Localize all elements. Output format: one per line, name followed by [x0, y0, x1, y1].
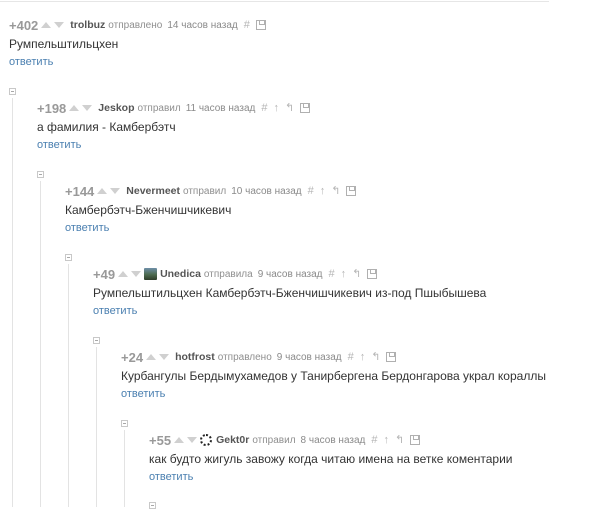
up-thread-icon[interactable]: ↑	[320, 185, 326, 197]
comment-verb: отправлено	[217, 351, 272, 363]
thread-line-level-5	[124, 430, 125, 507]
comment: +402 trolbuz отправлено 14 часов назад #…	[9, 16, 266, 70]
comment: +198 Jeskop отправил 11 часов назад # ↑ …	[37, 99, 311, 153]
vote-down-icon[interactable]	[82, 105, 93, 111]
reply-link[interactable]: ответить	[121, 388, 165, 400]
vote-up-icon[interactable]	[118, 271, 129, 277]
collapse-toggle-level-2[interactable]	[37, 171, 44, 178]
landscape-avatar-icon[interactable]	[144, 268, 158, 280]
reply-link[interactable]: ответить	[9, 56, 53, 68]
collapse-toggle-level-1[interactable]	[9, 88, 16, 95]
comment: +144 Nevermeet отправил 10 часов назад #…	[65, 182, 357, 236]
up-thread-icon[interactable]: ↑	[341, 268, 347, 280]
hash-link-icon[interactable]: #	[308, 185, 314, 197]
vote-down-icon[interactable]	[110, 188, 121, 194]
collapse-toggle-level-4[interactable]	[93, 337, 100, 344]
comment-time[interactable]: 8 часов назад	[301, 435, 366, 446]
comment-rating: +144	[65, 183, 95, 199]
comment-text: а фамилия - Камбербэтч	[37, 120, 176, 134]
comment-time[interactable]: 10 часов назад	[231, 186, 301, 197]
up-thread-icon[interactable]: ↑	[273, 102, 279, 114]
comment-time[interactable]: 11 часов назад	[186, 103, 256, 114]
thread-line-level-2	[40, 181, 41, 507]
comment-text: как будто жигуль завожу когда читаю имен…	[149, 452, 513, 466]
comment-author[interactable]: Unedica	[160, 268, 201, 280]
vote-down-icon[interactable]	[131, 271, 142, 277]
save-icon[interactable]	[300, 103, 311, 113]
hash-link-icon[interactable]: #	[348, 351, 354, 363]
parent-comment-icon[interactable]: ↰	[352, 268, 361, 280]
ring-avatar-icon[interactable]	[200, 434, 213, 446]
comment: +24 hotfrost отправлено 9 часов назад # …	[121, 348, 546, 402]
comment-header: +144 Nevermeet отправил 10 часов назад #…	[65, 182, 357, 200]
vote-down-icon[interactable]	[159, 354, 170, 360]
save-icon[interactable]	[386, 352, 397, 362]
comment-time[interactable]: 9 часов назад	[277, 352, 342, 363]
comment-rating: +55	[149, 432, 172, 448]
vote-up-icon[interactable]	[69, 105, 80, 111]
parent-comment-icon[interactable]: ↰	[331, 185, 340, 197]
comment-time[interactable]: 9 часов назад	[258, 269, 323, 280]
comment-text: Камбербэтч-Бженчишчикевич	[65, 203, 232, 217]
comment-rating: +24	[121, 349, 144, 365]
comment-header: +402 trolbuz отправлено 14 часов назад #	[9, 16, 266, 34]
collapse-toggle-level-6[interactable]	[149, 502, 156, 509]
save-icon[interactable]	[367, 269, 378, 279]
comment-text: Румпельштильцхен	[9, 37, 119, 51]
collapse-toggle-level-5[interactable]	[121, 420, 128, 427]
comment-text: Курбангулы Бердымухамедов у Танирбергена…	[121, 369, 546, 383]
comment-text: Румпельштильцхен Камбербэтч-Бженчишчикев…	[93, 286, 487, 300]
comment: +49 Unedica отправила 9 часов назад # ↑ …	[93, 265, 486, 319]
comment-verb: отправлено	[108, 19, 163, 31]
comment-author[interactable]: hotfrost	[175, 351, 215, 363]
comment: +55 Gekt0r отправил 8 часов назад # ↑ ↰ …	[149, 431, 513, 485]
reply-link[interactable]: ответить	[93, 305, 137, 317]
comment-verb: отправила	[203, 268, 253, 280]
save-icon[interactable]	[255, 20, 266, 30]
parent-comment-icon[interactable]: ↰	[285, 102, 294, 114]
comment-rating: +49	[93, 266, 116, 282]
comment-verb: отправил	[183, 185, 227, 197]
vote-down-icon[interactable]	[54, 22, 65, 28]
comment-author[interactable]: Jeskop	[98, 102, 134, 114]
comment-rating: +402	[9, 17, 39, 33]
comment-author[interactable]: trolbuz	[70, 19, 105, 31]
comment-header: +49 Unedica отправила 9 часов назад # ↑ …	[93, 265, 486, 283]
save-icon[interactable]	[410, 435, 421, 445]
hash-link-icon[interactable]: #	[244, 19, 250, 31]
vote-up-icon[interactable]	[97, 188, 108, 194]
comment-header: +55 Gekt0r отправил 8 часов назад # ↑ ↰	[149, 431, 513, 449]
reply-link[interactable]: ответить	[149, 471, 193, 483]
hash-link-icon[interactable]: #	[371, 434, 377, 446]
reply-link[interactable]: ответить	[65, 222, 109, 234]
collapse-toggle-level-3[interactable]	[65, 254, 72, 261]
save-icon[interactable]	[346, 186, 357, 196]
comment-header: +24 hotfrost отправлено 9 часов назад # …	[121, 348, 546, 366]
hash-link-icon[interactable]: #	[261, 102, 267, 114]
up-thread-icon[interactable]: ↑	[360, 351, 366, 363]
reply-link[interactable]: ответить	[37, 139, 81, 151]
vote-down-icon[interactable]	[187, 437, 198, 443]
comment-verb: отправил	[137, 102, 181, 114]
thread-line-level-1	[12, 98, 13, 507]
comment-time[interactable]: 14 часов назад	[167, 20, 237, 31]
parent-comment-icon[interactable]: ↰	[395, 434, 404, 446]
comment-header: +198 Jeskop отправил 11 часов назад # ↑ …	[37, 99, 311, 117]
up-thread-icon[interactable]: ↑	[384, 434, 390, 446]
comment-author[interactable]: Nevermeet	[126, 185, 180, 197]
comment-verb: отправил	[252, 434, 296, 446]
comment-author[interactable]: Gekt0r	[216, 434, 249, 446]
thread-line-level-4	[96, 347, 97, 507]
vote-up-icon[interactable]	[174, 437, 185, 443]
parent-comment-icon[interactable]: ↰	[371, 351, 380, 363]
thread-line-level-3	[68, 264, 69, 507]
hash-link-icon[interactable]: #	[329, 268, 335, 280]
vote-up-icon[interactable]	[41, 22, 52, 28]
vote-up-icon[interactable]	[146, 354, 157, 360]
top-divider	[0, 1, 549, 2]
comment-rating: +198	[37, 100, 67, 116]
